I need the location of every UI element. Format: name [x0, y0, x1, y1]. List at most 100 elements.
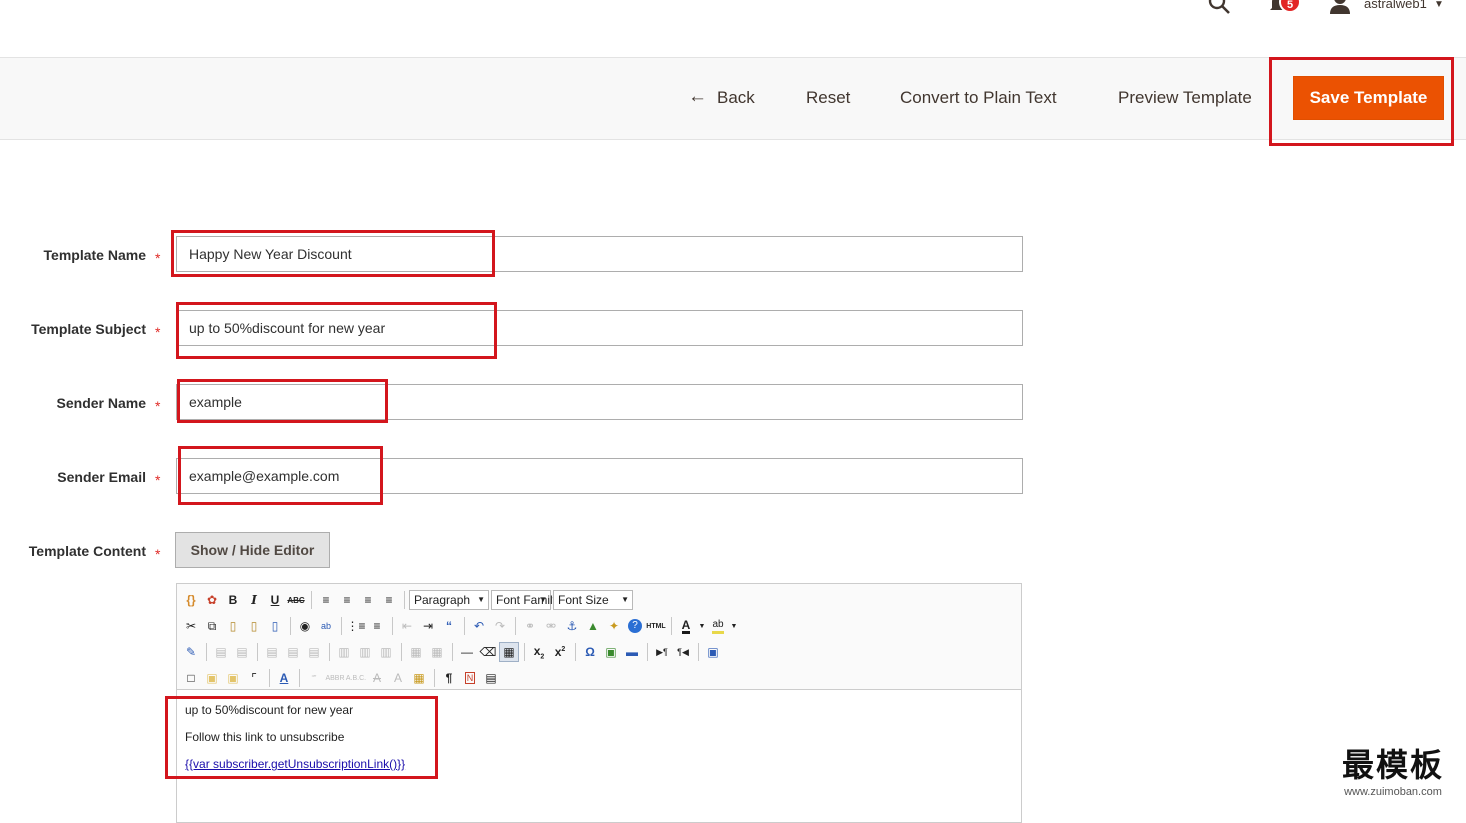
numbered-list-icon[interactable]: ≡ [367, 616, 387, 636]
font-size-select[interactable]: Font Size ▼ [553, 590, 633, 610]
bold-icon[interactable]: B [223, 590, 243, 610]
strikethrough-icon[interactable]: ABC [286, 590, 306, 610]
ltr-icon[interactable]: ▶¶ [652, 642, 672, 662]
cite-icon[interactable]: “” [304, 668, 324, 688]
preview-template-button[interactable]: Preview Template [1118, 58, 1252, 140]
media-icon[interactable]: ▣ [601, 642, 621, 662]
show-hide-editor-button[interactable]: Show / Hide Editor [175, 532, 330, 568]
watermark-text: 最模板 [1341, 746, 1444, 784]
fullscreen-icon[interactable]: ▣ [703, 642, 723, 662]
template-name-input[interactable] [176, 236, 1023, 272]
delete-col-icon[interactable]: ▥ [376, 642, 396, 662]
absolute-position-icon[interactable]: ⌜ [244, 668, 264, 688]
editor-content-area[interactable]: up to 50%discount for new year Follow th… [177, 691, 1021, 821]
merge-cells-icon[interactable]: ▦ [427, 642, 447, 662]
watermark: 最模板 www.zuimoban.com [1320, 745, 1466, 804]
page-break-icon[interactable]: ▤ [481, 668, 501, 688]
sender-email-input[interactable] [176, 458, 1023, 494]
anchor-icon[interactable]: ⚓ [562, 616, 582, 636]
font-family-select[interactable]: Font Family ▼ [491, 590, 559, 610]
insert-row-before-icon[interactable]: ▤ [262, 642, 282, 662]
account-username[interactable]: astralweb1 [1364, 0, 1427, 11]
non-breaking-icon[interactable]: N [460, 668, 480, 688]
content-line: up to 50%discount for new year [185, 703, 354, 717]
paste-text-icon[interactable]: ▯ [244, 616, 264, 636]
sender-name-input[interactable] [176, 384, 1023, 420]
insert-variable-icon[interactable]: ✿ [202, 590, 222, 610]
user-icon[interactable] [1329, 0, 1351, 14]
show-blocks-icon[interactable]: ¶ [439, 668, 459, 688]
insert-col-before-icon[interactable]: ▥ [334, 642, 354, 662]
styles-icon[interactable]: A [274, 668, 294, 688]
cleanup-icon[interactable]: ✦ [604, 616, 624, 636]
italic-icon[interactable]: I [244, 590, 264, 610]
insert-row-after-icon[interactable]: ▤ [283, 642, 303, 662]
content-line: Follow this link to unsubscribe [185, 730, 345, 744]
chevron-down-icon[interactable]: ▼ [697, 616, 707, 636]
indent-icon[interactable]: ⇥ [418, 616, 438, 636]
text-color-icon[interactable]: A [676, 616, 696, 636]
align-right-icon[interactable]: ≡ [358, 590, 378, 610]
template-content-label: Template Content [28, 543, 146, 559]
move-forward-icon[interactable]: ▣ [202, 668, 222, 688]
bullet-list-icon[interactable]: ⋮≡ [346, 616, 366, 636]
move-backward-icon[interactable]: ▣ [223, 668, 243, 688]
html-source-icon[interactable]: HTML [646, 616, 666, 636]
paste-icon[interactable]: ▯ [223, 616, 243, 636]
find-icon[interactable]: ◉ [295, 616, 315, 636]
horizontal-rule-icon[interactable]: — [457, 642, 477, 662]
rtl-icon[interactable]: ¶◀ [673, 642, 693, 662]
insert-widget-icon[interactable]: {} [181, 590, 201, 610]
delete-row-icon[interactable]: ▤ [304, 642, 324, 662]
reset-button[interactable]: Reset [806, 58, 850, 140]
align-justify-icon[interactable]: ≡ [379, 590, 399, 610]
sender-name-label: Sender Name [56, 395, 146, 411]
replace-icon[interactable]: ab [316, 616, 336, 636]
undo-icon[interactable]: ↶ [469, 616, 489, 636]
insert-col-after-icon[interactable]: ▥ [355, 642, 375, 662]
nbsp-icon[interactable]: ▬ [622, 642, 642, 662]
outdent-icon[interactable]: ⇤ [397, 616, 417, 636]
align-center-icon[interactable]: ≡ [337, 590, 357, 610]
chevron-down-icon[interactable]: ▼ [1434, 0, 1444, 10]
help-icon[interactable]: ? [625, 616, 645, 636]
chevron-down-icon: ▼ [477, 595, 485, 604]
underline-icon[interactable]: U [265, 590, 285, 610]
paste-word-icon[interactable]: ▯ [265, 616, 285, 636]
back-button[interactable]: ← Back [688, 58, 755, 140]
wysiwyg-editor: {} ✿ B I U ABC ≡ ≡ ≡ ≡ Paragraph ▼ Font F… [176, 583, 1022, 823]
image-icon[interactable]: ▲ [583, 616, 603, 636]
arrow-left-icon: ← [688, 86, 707, 107]
copy-icon[interactable]: ⧉ [202, 616, 222, 636]
save-template-button[interactable]: Save Template [1293, 76, 1444, 120]
acronym-icon[interactable]: A.B.C. [346, 668, 366, 688]
cut-icon[interactable]: ✂ [181, 616, 201, 636]
subscript-icon[interactable]: x2 [529, 642, 549, 662]
align-left-icon[interactable]: ≡ [316, 590, 336, 610]
split-cells-icon[interactable]: ▦ [406, 642, 426, 662]
template-subject-label: Template Subject [31, 321, 146, 337]
visual-aid-icon[interactable]: ▦ [499, 642, 519, 662]
search-icon[interactable] [1207, 0, 1231, 15]
attributes-icon[interactable]: ▦ [409, 668, 429, 688]
blockquote-icon[interactable]: “ [439, 616, 459, 636]
del-icon[interactable]: A [367, 668, 387, 688]
convert-to-plain-text-button[interactable]: Convert to Plain Text [900, 58, 1057, 140]
remove-format-icon[interactable]: ⌫ [478, 642, 498, 662]
link-icon[interactable]: ⚭ [520, 616, 540, 636]
edit-icon[interactable]: ✎ [181, 642, 201, 662]
template-subject-input[interactable] [176, 310, 1023, 346]
unlink-icon[interactable]: ⚮ [541, 616, 561, 636]
superscript-icon[interactable]: x2 [550, 642, 570, 662]
highlight-color-icon[interactable]: ab [708, 616, 728, 636]
abbr-icon[interactable]: ABBR [325, 668, 345, 688]
table-row-props-icon[interactable]: ▤ [211, 642, 231, 662]
unsubscribe-link[interactable]: {{var subscriber.getUnsubscriptionLink()… [185, 757, 405, 771]
redo-icon[interactable]: ↷ [490, 616, 510, 636]
special-char-icon[interactable]: Ω [580, 642, 600, 662]
ins-icon[interactable]: A [388, 668, 408, 688]
format-select[interactable]: Paragraph ▼ [409, 590, 489, 610]
table-cell-props-icon[interactable]: ▤ [232, 642, 252, 662]
chevron-down-icon[interactable]: ▼ [729, 616, 739, 636]
insert-layer-icon[interactable]: □ [181, 668, 201, 688]
